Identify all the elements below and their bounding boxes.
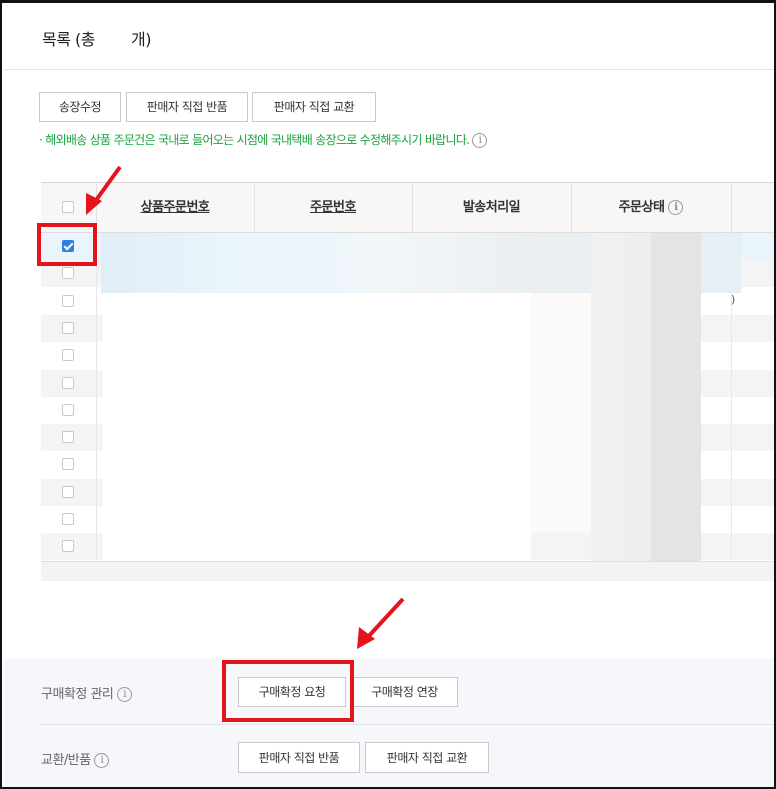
annotation-arrows <box>86 165 405 649</box>
window-frame: 목록 (총 개) 송장수정 판매자 직접 반품 판매자 직접 교환 · 해외배송 … <box>0 0 776 789</box>
arrow-to-confirm-line <box>365 597 405 640</box>
arrow-to-checkbox-line <box>92 165 122 205</box>
